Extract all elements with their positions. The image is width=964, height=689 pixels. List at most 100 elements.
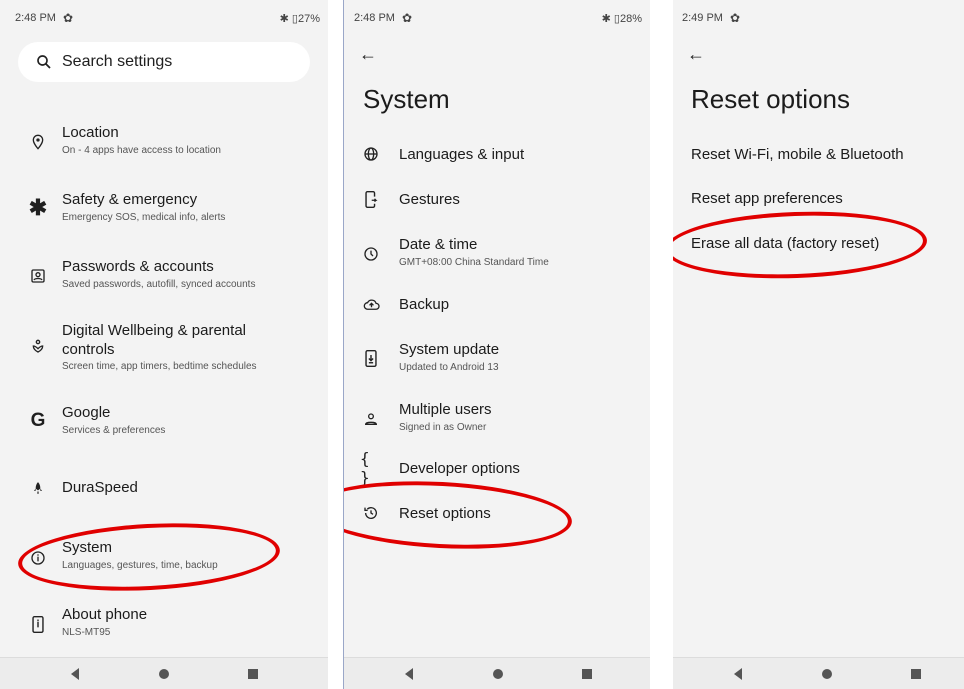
rocket-icon [28, 478, 48, 498]
system-item-gestures[interactable]: Gestures [344, 188, 650, 212]
globe-icon [361, 144, 381, 164]
item-title: Languages & input [399, 146, 525, 163]
system-item-reset-options[interactable]: Reset options [344, 502, 650, 526]
battery-percent: 28% [619, 13, 642, 25]
reset-app-preferences[interactable]: Reset app preferences [673, 190, 964, 214]
clock-icon [361, 244, 381, 264]
home-nav-icon[interactable] [157, 667, 171, 681]
gear-icon: ✿ [402, 11, 413, 25]
reset-options-screen: 2:49 PM ✿ ✱ ▯28 ← Reset options Reset Wi… [673, 0, 964, 689]
status-time: 2:48 PM [15, 12, 56, 24]
erase-all-data-factory-reset[interactable]: Erase all data (factory reset) [673, 235, 964, 259]
system-item-date-time[interactable]: Date & time GMT+08:00 China Standard Tim… [344, 234, 650, 274]
settings-item-system[interactable]: System Languages, gestures, time, backup [0, 537, 328, 577]
item-title: Erase all data (factory reset) [691, 235, 880, 252]
person-icon [361, 409, 381, 429]
settings-item-safety[interactable]: ✱ Safety & emergency Emergency SOS, medi… [0, 189, 328, 229]
item-subtitle: Signed in as Owner [399, 422, 487, 433]
status-bar: 2:48 PM ✿ ✱ ▯28% [354, 11, 642, 28]
reset-wifi-mobile-bluetooth[interactable]: Reset Wi-Fi, mobile & Bluetooth [673, 146, 964, 170]
item-title: Reset Wi-Fi, mobile & Bluetooth [691, 146, 904, 163]
item-title: Google [62, 404, 111, 421]
info-icon [28, 548, 48, 568]
item-title: Reset options [399, 505, 491, 522]
system-update-icon [361, 348, 381, 368]
settings-item-about-phone[interactable]: About phone NLS-MT95 [0, 604, 328, 644]
location-pin-icon [28, 132, 48, 152]
recents-nav-icon[interactable] [246, 667, 260, 681]
system-item-languages[interactable]: Languages & input [344, 143, 650, 167]
item-title: Developer options [399, 460, 520, 477]
search-icon [37, 55, 51, 69]
item-subtitle: Emergency SOS, medical info, alerts [62, 212, 226, 223]
status-bar: 2:49 PM ✿ ✱ ▯28 [682, 11, 964, 28]
status-time: 2:48 PM [354, 12, 395, 24]
system-item-system-update[interactable]: System update Updated to Android 13 [344, 339, 650, 379]
settings-item-google[interactable]: G Google Services & preferences [0, 402, 328, 442]
settings-screen: 2:48 PM ✿ ✱ ▯27% Search settings Locatio… [0, 0, 328, 689]
phone-icon [28, 614, 48, 634]
gear-icon: ✿ [730, 11, 741, 25]
navigation-bar [344, 657, 650, 689]
item-title: System [62, 539, 113, 556]
battery-percent: 27% [297, 13, 320, 25]
item-subtitle: Updated to Android 13 [399, 362, 499, 373]
item-title: Date & time [399, 236, 478, 253]
item-title-line2: controls [62, 341, 115, 358]
back-arrow-icon[interactable]: ← [359, 44, 377, 65]
item-subtitle: GMT+08:00 China Standard Time [399, 257, 549, 268]
settings-item-digital-wellbeing[interactable]: Digital Wellbeing & parental controls Sc… [0, 320, 328, 376]
gesture-phone-icon [361, 189, 381, 209]
back-nav-icon[interactable] [402, 667, 416, 681]
item-title: About phone [62, 606, 148, 623]
recents-nav-icon[interactable] [909, 667, 923, 681]
item-title: Backup [399, 296, 450, 313]
settings-item-duraspeed[interactable]: DuraSpeed [0, 476, 328, 500]
home-nav-icon[interactable] [820, 667, 834, 681]
navigation-bar [673, 657, 964, 689]
item-title: Safety & emergency [62, 191, 198, 208]
search-placeholder: Search settings [62, 53, 173, 70]
back-arrow-icon[interactable]: ← [687, 44, 705, 65]
system-screen: 2:48 PM ✿ ✱ ▯28% ← System Languages & in… [343, 0, 650, 689]
item-title: DuraSpeed [62, 479, 138, 496]
cloud-upload-icon [361, 294, 381, 314]
recents-nav-icon[interactable] [580, 667, 594, 681]
account-box-icon [28, 266, 48, 286]
system-item-backup[interactable]: Backup [344, 293, 650, 317]
asterisk-icon: ✱ [28, 195, 48, 220]
status-right: ✱ ▯27% [280, 12, 320, 25]
navigation-bar [0, 657, 328, 689]
home-nav-icon[interactable] [491, 667, 505, 681]
item-subtitle: On - 4 apps have access to location [62, 145, 221, 156]
braces-icon: { } [360, 449, 370, 487]
item-title: Passwords & accounts [62, 258, 214, 275]
settings-item-passwords[interactable]: Passwords & accounts Saved passwords, au… [0, 256, 328, 296]
search-bar[interactable]: Search settings [18, 42, 310, 82]
item-title: System update [399, 341, 500, 358]
status-time: 2:49 PM [682, 12, 723, 24]
settings-item-location[interactable]: Location On - 4 apps have access to loca… [0, 122, 328, 162]
back-nav-icon[interactable] [731, 667, 745, 681]
item-subtitle: NLS-MT95 [62, 627, 111, 638]
page-title: System [363, 84, 450, 114]
history-icon [361, 503, 381, 523]
gear-icon: ✿ [63, 11, 74, 25]
status-bar: 2:48 PM ✿ ✱ ▯27% [15, 11, 320, 28]
bluetooth-icon: ✱ [601, 13, 611, 25]
item-subtitle: Languages, gestures, time, backup [62, 560, 218, 571]
wellbeing-icon [28, 336, 48, 356]
system-item-developer-options[interactable]: { } Developer options [344, 449, 650, 487]
status-right: ✱ ▯28% [602, 12, 642, 25]
page-title: Reset options [691, 84, 850, 114]
system-item-multiple-users[interactable]: Multiple users Signed in as Owner [344, 399, 650, 439]
item-subtitle: Screen time, app timers, bedtime schedul… [62, 361, 257, 372]
item-title: Gestures [399, 191, 460, 208]
item-title: Reset app preferences [691, 190, 843, 207]
item-title: Multiple users [399, 401, 492, 418]
bluetooth-icon: ✱ [279, 13, 289, 25]
item-subtitle: Saved passwords, autofill, synced accoun… [62, 279, 256, 290]
item-title: Digital Wellbeing & parental [62, 322, 246, 339]
item-title: Location [62, 124, 119, 141]
back-nav-icon[interactable] [68, 667, 82, 681]
